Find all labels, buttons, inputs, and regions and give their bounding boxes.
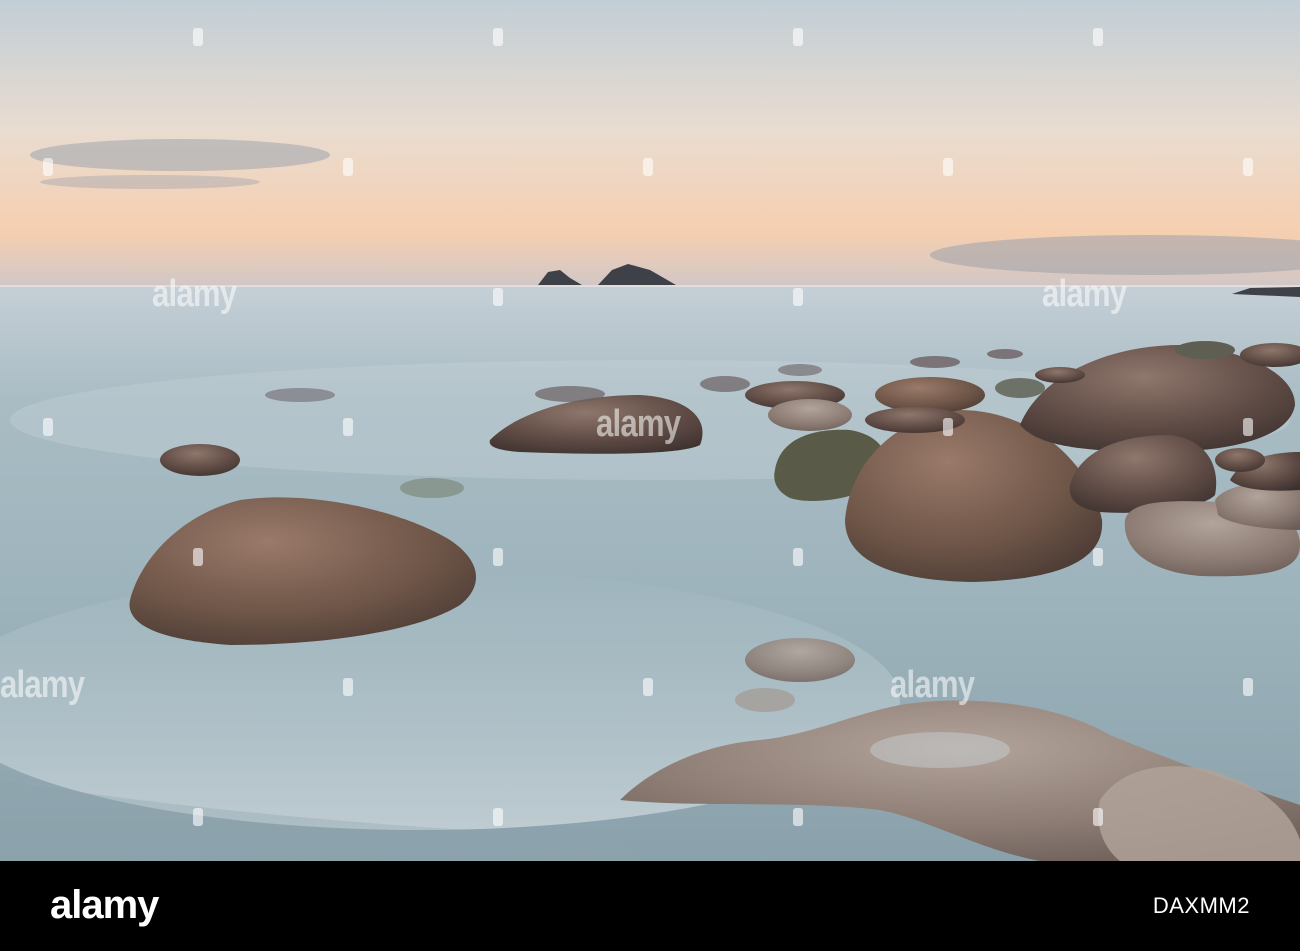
- brand-logo: alamy: [50, 883, 159, 927]
- footer-bar: alamy DAXMM2: [0, 861, 1300, 951]
- seascape-photo: [0, 0, 1300, 861]
- image-reference-id: DAXMM2: [1152, 893, 1250, 918]
- stock-photo-frame: alamy alamy alamy alamy alamy alamy DAXM…: [0, 0, 1300, 951]
